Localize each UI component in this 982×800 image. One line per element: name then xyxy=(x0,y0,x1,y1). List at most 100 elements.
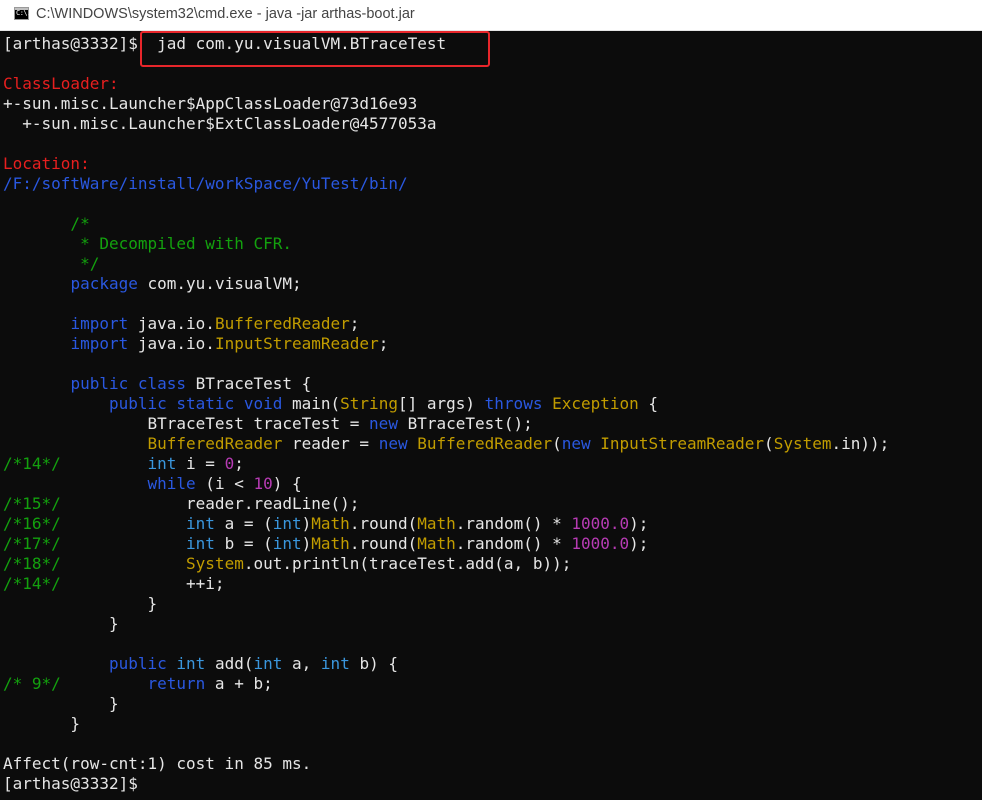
console-text: +-sun.misc.Launcher$ExtClassLoader@45770… xyxy=(3,114,437,133)
console-text: main( xyxy=(282,394,341,413)
console-text: return xyxy=(147,674,206,693)
console-text: reader = xyxy=(282,434,379,453)
console-text: 1000.0 xyxy=(571,514,630,533)
console-text: ( xyxy=(552,434,562,453)
console-output[interactable]: [arthas@3332]$ jad com.yu.visualVM.BTrac… xyxy=(3,34,982,800)
console-text: /*16*/ xyxy=(3,514,61,533)
console-text: BufferedReader xyxy=(417,434,553,453)
console-text: int xyxy=(186,514,215,533)
window-title: C:\WINDOWS\system32\cmd.exe - java -jar … xyxy=(36,6,415,22)
console-text: .random() * xyxy=(455,514,572,533)
console-text: [arthas@3332]$ jad com.yu.visualVM.BTrac… xyxy=(3,34,447,53)
cmd-icon-glyph: C:\. xyxy=(16,9,31,17)
title-bar[interactable]: C:\. C:\WINDOWS\system32\cmd.exe - java … xyxy=(0,0,982,31)
console-text: /F:/softWare/install/workSpace/YuTest/bi… xyxy=(3,174,408,193)
console-text: Math xyxy=(311,514,350,533)
console-text: int xyxy=(253,654,283,673)
console-text: { xyxy=(638,394,659,413)
console-text: } xyxy=(3,694,119,713)
console-line: public static void main(String[] args) t… xyxy=(3,394,982,414)
console-text: /*17*/ xyxy=(3,534,61,553)
console-text: new xyxy=(561,434,591,453)
console-text: a, xyxy=(282,654,321,673)
console-text: System xyxy=(773,434,832,453)
console-text: ; xyxy=(234,454,244,473)
console-text: import xyxy=(70,334,129,353)
console-line: BufferedReader reader = new BufferedRead… xyxy=(3,434,982,454)
console-text: } xyxy=(3,614,119,633)
console-line: /*17*/ int b = (int)Math.round(Math.rand… xyxy=(3,534,982,554)
console-line: /*14*/ int i = 0; xyxy=(3,454,982,474)
console-text: .out.println(traceTest.add(a, b)); xyxy=(243,554,572,573)
console-text: /*18*/ xyxy=(3,554,61,573)
console-line: public class BTraceTest { xyxy=(3,374,982,394)
console-text: public class xyxy=(70,374,187,393)
console-text: 10 xyxy=(253,474,273,493)
console-text: Math xyxy=(417,514,456,533)
console-text: ( xyxy=(764,434,774,453)
console-text: 0 xyxy=(224,454,235,473)
console-line: while (i < 10) { xyxy=(3,474,982,494)
console-text: com.yu.visualVM; xyxy=(137,274,302,293)
console-text: ; xyxy=(349,314,360,333)
console-text: InputStreamReader xyxy=(214,334,379,353)
console-text: int xyxy=(176,654,206,673)
console-line: /*18*/ System.out.println(traceTest.add(… xyxy=(3,554,982,574)
console-text: String xyxy=(340,394,398,413)
cmd-icon: C:\. xyxy=(14,7,31,20)
console-line: /*14*/ ++i; xyxy=(3,574,982,594)
console-text: BTraceTest traceTest = xyxy=(3,414,370,433)
console-text: Affect(row-cnt:1) cost in 85 ms. xyxy=(3,754,312,773)
console-text: int xyxy=(320,654,350,673)
console-text: InputStreamReader xyxy=(600,434,765,453)
console-line: /F:/softWare/install/workSpace/YuTest/bi… xyxy=(3,174,982,194)
console-text: int xyxy=(186,534,215,553)
console-text: int xyxy=(272,514,302,533)
console-text: ++i; xyxy=(60,574,225,593)
console-text: a + b; xyxy=(205,674,273,693)
console-text: ) xyxy=(301,534,312,553)
console-text: a = ( xyxy=(214,514,273,533)
console-text: while xyxy=(147,474,196,493)
console-text: .random() * xyxy=(455,534,572,553)
console-line: +-sun.misc.Launcher$ExtClassLoader@45770… xyxy=(3,114,982,134)
console-text: ); xyxy=(629,514,649,533)
console-text: new xyxy=(369,414,398,433)
console-text: BTraceTest { xyxy=(186,374,312,393)
console-text: ) { xyxy=(272,474,302,493)
console-text: java.io. xyxy=(128,334,215,353)
console-text: java.io. xyxy=(128,314,215,333)
console-line: ClassLoader: xyxy=(3,74,982,94)
console-text: throws xyxy=(484,394,543,413)
console-text: int xyxy=(147,454,177,473)
console-line: * Decompiled with CFR. xyxy=(3,234,982,254)
console-line: import java.io.BufferedReader; xyxy=(3,314,982,334)
console-text: ) xyxy=(301,514,312,533)
console-text: ); xyxy=(629,534,649,553)
console-line: /* xyxy=(3,214,982,234)
console-text: /* 9*/ xyxy=(3,674,61,693)
console-line: /* 9*/ return a + b; xyxy=(3,674,982,694)
console-text: ; xyxy=(378,334,389,353)
console-text: b) { xyxy=(349,654,398,673)
console-line: import java.io.InputStreamReader; xyxy=(3,334,982,354)
console-text: Math xyxy=(311,534,350,553)
console-line: BTraceTest traceTest = new BTraceTest(); xyxy=(3,414,982,434)
